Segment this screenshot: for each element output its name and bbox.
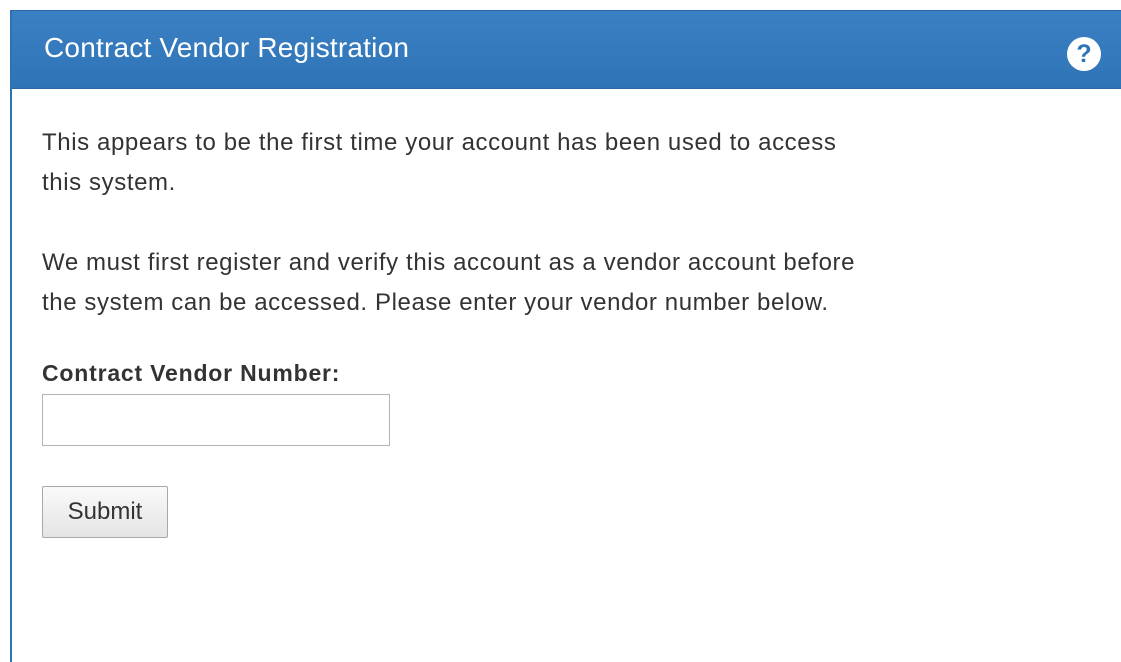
registration-instructions: We must first register and verify this a…: [42, 249, 856, 316]
help-icon[interactable]: ?: [1067, 37, 1101, 71]
panel-header: Contract Vendor Registration ?: [12, 11, 1121, 89]
submit-button[interactable]: Submit: [42, 486, 168, 538]
panel-title: Contract Vendor Registration: [44, 32, 410, 63]
vendor-number-input[interactable]: [42, 394, 390, 446]
registration-panel: Contract Vendor Registration ? This appe…: [10, 10, 1121, 662]
panel-body: This appears to be the first time your a…: [42, 123, 862, 538]
first-time-message: This appears to be the first time your a…: [42, 129, 837, 196]
vendor-number-label: Contract Vendor Number:: [42, 360, 341, 386]
